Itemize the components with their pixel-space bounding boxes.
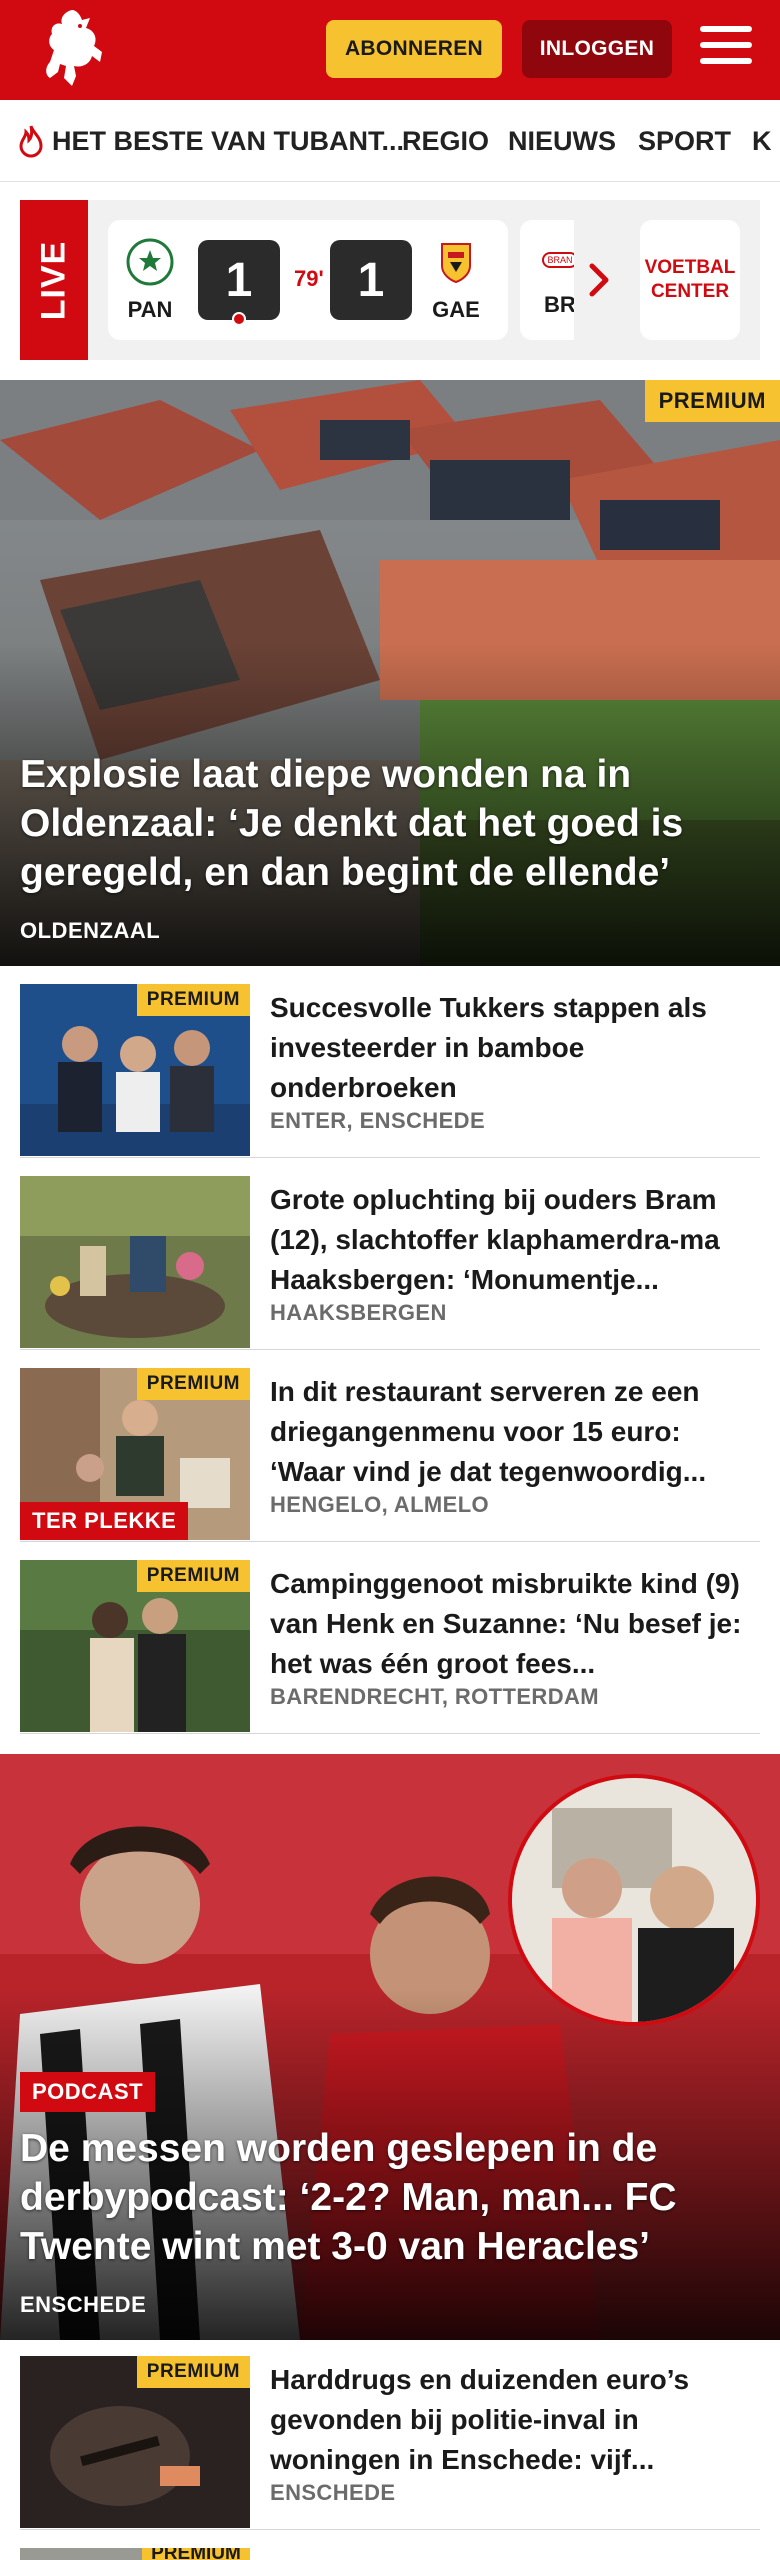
nav-item-sport[interactable]: SPORT <box>638 100 732 181</box>
away-score: 1 <box>330 240 412 320</box>
next-team-abbr: BR <box>544 292 574 317</box>
chevron-right-icon[interactable] <box>584 262 614 298</box>
home-score: 1 <box>198 240 280 326</box>
brann-crest-icon: BRAN <box>542 252 574 268</box>
list-item[interactable]: PREMIUM TER PLEKKE In dit restaurant ser… <box>20 1368 760 1542</box>
premium-badge: PREMIUM <box>136 1368 250 1400</box>
article-thumbnail <box>20 1176 250 1348</box>
article-thumbnail: PREMIUM <box>20 1560 250 1732</box>
top-header: ABONNEREN INLOGGEN <box>0 0 780 100</box>
voetbal-center-link[interactable]: VOETBAL CENTER <box>640 220 740 340</box>
article-location: ENTER, ENSCHEDE <box>270 1108 486 1133</box>
article-thumbnail: PREMIUM <box>20 2548 250 2560</box>
article-title[interactable]: In dit restaurant serveren ze een driega… <box>270 1372 760 1492</box>
podcast-tag: PODCAST <box>20 2072 156 2112</box>
nav-item-label: K <box>752 125 772 156</box>
podcast-location: ENSCHEDE <box>20 2292 147 2317</box>
live-tag: LIVE <box>20 200 88 360</box>
hero-title[interactable]: Explosie laat diepe wonden na in Oldenza… <box>20 750 740 897</box>
ter-plekke-tag: TER PLEKKE <box>20 1502 189 1540</box>
nav-item-label: NIEUWS <box>508 125 616 156</box>
nav-item-label: HET BESTE VAN TUBANT... <box>52 125 405 156</box>
premium-badge: PREMIUM <box>136 984 250 1016</box>
article-title[interactable]: Succesvolle Tukkers stappen als investee… <box>270 988 760 1108</box>
article-title[interactable]: Grote opluchting bij ouders Bram (12), s… <box>270 1180 760 1300</box>
article-location: HAAKSBERGEN <box>270 1300 447 1325</box>
subscribe-button[interactable]: ABONNEREN <box>326 20 502 78</box>
nav-item-regio[interactable]: REGIO <box>402 100 490 181</box>
next-match-card[interactable]: BRAN BR <box>520 220 574 340</box>
nav-item-label: SPORT <box>638 125 732 156</box>
live-scores-bar: LIVE PAN 1 79' 1 GAE BRAN BR VOETBAL CEN… <box>20 200 760 360</box>
list-item[interactable]: PREMIUM Campinggenoot misbruikte kind (9… <box>20 1560 760 1734</box>
away-team: GAE <box>426 238 486 323</box>
menu-icon[interactable] <box>700 26 752 72</box>
podcast-hero-article[interactable]: PODCAST De messen worden geslepen in de … <box>0 1754 780 2340</box>
flame-icon <box>19 125 43 158</box>
article-thumbnail: PREMIUM <box>20 2356 250 2528</box>
nav-item-nieuws[interactable]: NIEUWS <box>508 100 616 181</box>
home-team: PAN <box>120 238 180 323</box>
away-team-abbr: GAE <box>432 297 480 322</box>
premium-badge: PREMIUM <box>644 380 780 422</box>
hero-location: OLDENZAAL <box>20 918 161 943</box>
article-location: ENSCHEDE <box>270 2480 396 2505</box>
list-item[interactable]: Grote opluchting bij ouders Bram (12), s… <box>20 1176 760 1350</box>
premium-badge: PREMIUM <box>136 1560 250 1592</box>
premium-badge: PREMIUM <box>136 2356 250 2388</box>
login-button[interactable]: INLOGGEN <box>522 20 672 78</box>
article-thumbnail: PREMIUM <box>20 984 250 1156</box>
nav-item-best-of[interactable]: HET BESTE VAN TUBANT... <box>16 100 405 181</box>
list-item[interactable]: PREMIUM Succesvolle Tukkers stappen als … <box>20 984 760 1158</box>
article-image <box>20 1176 250 1348</box>
premium-badge: PREMIUM <box>142 2548 250 2560</box>
tubantia-horse-logo-icon[interactable] <box>36 6 108 92</box>
list-item-clipped[interactable]: PREMIUM <box>20 2548 760 2560</box>
article-title[interactable]: Campinggenoot misbruikte kind (9) van He… <box>270 1564 760 1684</box>
home-team-abbr: PAN <box>127 297 173 322</box>
nav-item-clipped[interactable]: K <box>752 100 772 181</box>
match-card[interactable]: PAN 1 79' 1 GAE <box>108 220 508 340</box>
list-item[interactable]: PREMIUM Harddrugs en duizenden euro’s ge… <box>20 2356 760 2530</box>
panathinaikos-crest-icon <box>126 238 174 286</box>
match-minute: 79' <box>294 266 324 291</box>
go-ahead-eagles-crest-icon <box>441 243 471 284</box>
live-indicator-dot <box>232 312 246 326</box>
article-location: HENGELO, ALMELO <box>270 1492 490 1517</box>
category-nav: HET BESTE VAN TUBANT... REGIO NIEUWS SPO… <box>0 100 780 182</box>
podcast-title[interactable]: De messen worden geslepen in de derbypod… <box>20 2124 740 2271</box>
article-location: BARENDRECHT, ROTTERDAM <box>270 1684 600 1709</box>
podcast-hosts-photo <box>508 1774 760 2026</box>
hero-article[interactable]: PREMIUM Explosie laat diepe wonden na in… <box>0 380 780 966</box>
article-title[interactable]: Harddrugs en duizenden euro’s gevonden b… <box>270 2360 760 2480</box>
article-thumbnail: PREMIUM TER PLEKKE <box>20 1368 250 1540</box>
nav-item-label: REGIO <box>402 125 490 156</box>
